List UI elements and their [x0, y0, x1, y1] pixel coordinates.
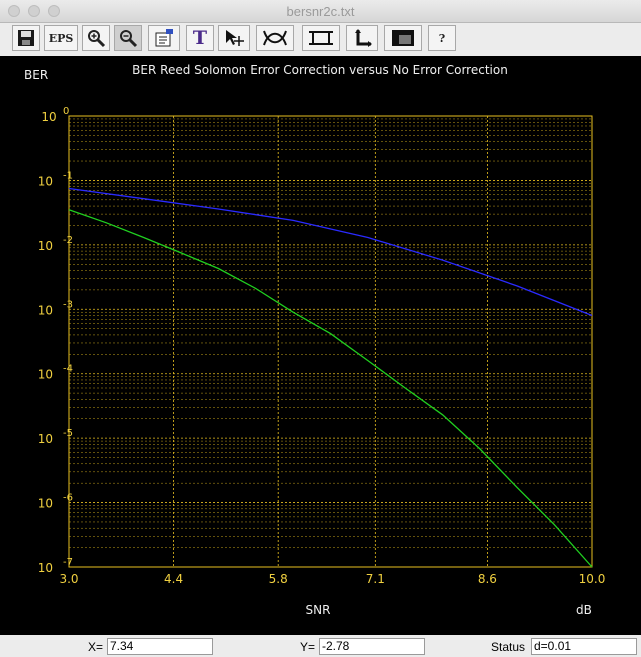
y-tick-label: 10: [38, 561, 53, 575]
axes-icon[interactable]: [346, 25, 378, 51]
plot-area: BER Reed Solomon Error Correction versus…: [0, 56, 641, 635]
y-tick-exponent: -2: [63, 235, 73, 246]
y-tick-label: 10: [38, 174, 53, 188]
series-reed-solomon-line: [68, 209, 593, 568]
y-tick-exponent: -6: [63, 493, 73, 504]
chart-title: BER Reed Solomon Error Correction versus…: [132, 63, 508, 77]
window-title: bersnr2c.txt: [286, 4, 355, 19]
text-icon[interactable]: T: [186, 25, 214, 51]
pointer-move-icon[interactable]: [218, 25, 250, 51]
x-coord-label: X=: [88, 640, 104, 654]
zoom-out-icon[interactable]: [114, 25, 142, 51]
y-axis-label: BER: [24, 68, 48, 82]
y-tick-exponent: -4: [63, 364, 73, 375]
ber-chart: BER Reed Solomon Error Correction versus…: [24, 63, 606, 617]
y-tick-exponent: -1: [63, 170, 73, 181]
status-field[interactable]: d=0.01: [531, 638, 637, 655]
x-coord-field[interactable]: 7.34: [107, 638, 213, 655]
x-tick-label: 5.8: [269, 572, 288, 586]
eps-button[interactable]: EPS: [44, 25, 78, 51]
title-bar: bersnr2c.txt: [0, 0, 641, 23]
properties-icon[interactable]: [148, 25, 180, 51]
y-tick-label: 10: [38, 303, 53, 317]
toolbar: EPS T ?: [0, 23, 641, 55]
save-icon[interactable]: [12, 25, 40, 51]
x-tick-label: 8.6: [478, 572, 497, 586]
y-tick-exponent: -7: [63, 557, 73, 568]
y-tick-label: 10: [38, 432, 53, 446]
status-bar: X= 7.34 Y= -2.78 Status d=0.01: [0, 636, 641, 657]
x-tick-label: 3.0: [59, 572, 78, 586]
app-window: bersnr2c.txt EPS T ? BER Reed Solomon Er…: [0, 0, 641, 657]
y-tick-label: 10: [38, 368, 53, 382]
y-tick-exponent: -5: [63, 428, 73, 439]
zoom-in-icon[interactable]: [82, 25, 110, 51]
series-no-correction-line: [68, 187, 593, 317]
x-tick-label: 4.4: [164, 572, 183, 586]
x-tick-label: 7.1: [366, 572, 385, 586]
status-label: Status: [491, 640, 526, 654]
y-tick-label: 10: [41, 110, 56, 124]
x-axis-unit: dB: [576, 603, 592, 617]
y-tick-label: 10: [38, 497, 53, 511]
curve-fit-icon[interactable]: [256, 25, 294, 51]
frame-icon[interactable]: [302, 25, 340, 51]
y-tick-label: 10: [38, 239, 53, 253]
y-tick-exponent: 0: [63, 106, 69, 117]
help-icon[interactable]: ?: [428, 25, 456, 51]
y-tick-exponent: -3: [63, 299, 73, 310]
colors-icon[interactable]: [384, 25, 422, 51]
y-coord-field[interactable]: -2.78: [319, 638, 425, 655]
plot-frame: [68, 115, 593, 568]
y-coord-label: Y=: [300, 640, 316, 654]
x-axis-label: SNR: [306, 603, 331, 617]
x-tick-label: 10.0: [579, 572, 606, 586]
